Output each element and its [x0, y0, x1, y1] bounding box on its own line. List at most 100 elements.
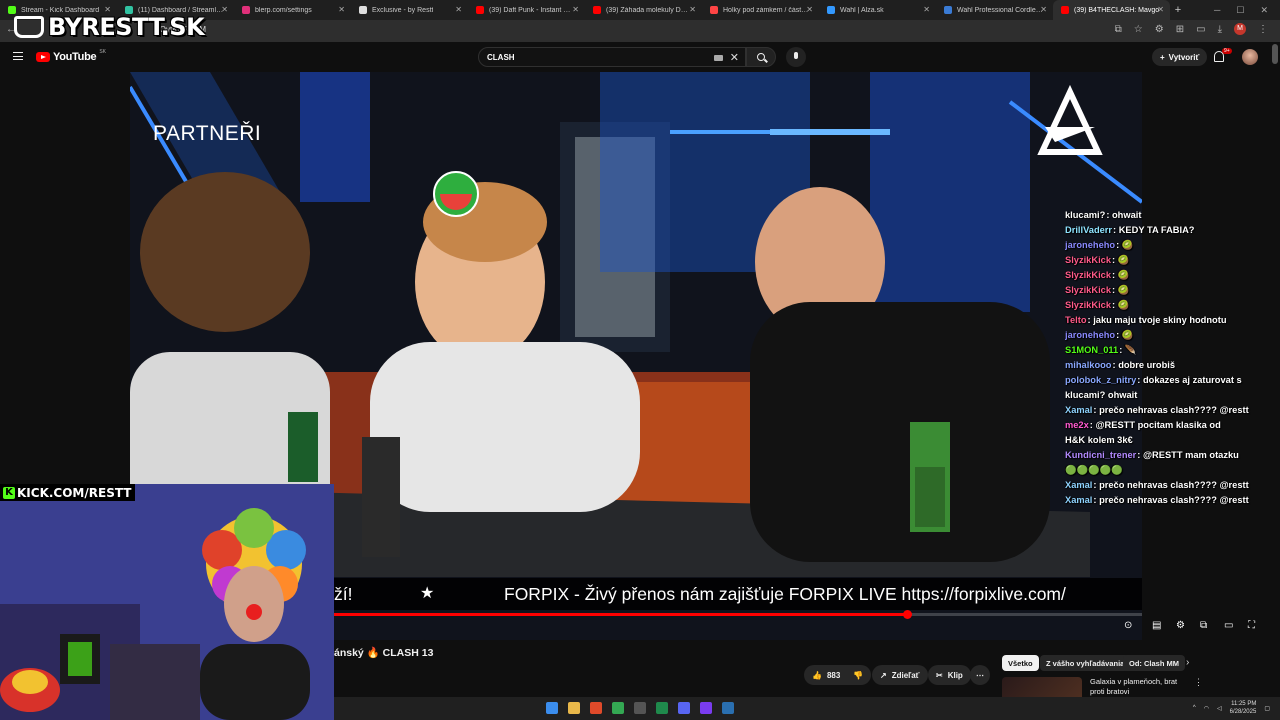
- wifi-icon[interactable]: ◠: [1204, 705, 1209, 712]
- tab-close-icon[interactable]: ✕: [806, 5, 813, 14]
- chat-text: 🥝: [1117, 270, 1130, 280]
- chat-username: mihalkooo: [1065, 360, 1112, 370]
- window-controls: ─ ☐ ✕: [1214, 0, 1280, 20]
- puzzle-icon[interactable]: ⊞: [1176, 24, 1184, 35]
- clip-button[interactable]: ✂ Klip: [928, 665, 971, 685]
- tab-close-icon[interactable]: ✕: [923, 5, 930, 14]
- recommended-menu-icon[interactable]: ⋮: [1194, 677, 1203, 688]
- clear-search-icon[interactable]: ✕: [730, 51, 739, 64]
- browser-tab[interactable]: Exclusive - by Restt ✕: [351, 0, 468, 20]
- maximize-icon[interactable]: ☐: [1236, 5, 1244, 16]
- recommended-title[interactable]: Galaxia v plameňoch, brat proti bratovi: [1090, 677, 1190, 697]
- new-tab-button[interactable]: +: [1170, 4, 1186, 16]
- account-avatar[interactable]: [1242, 49, 1258, 65]
- partner-caption: PARTNEŘI: [153, 122, 262, 145]
- chat-text: 🟢🟢🟢🟢🟢: [1065, 465, 1123, 475]
- video-progress-bar[interactable]: [334, 610, 1142, 619]
- chat-text: @RESTT mam otazku: [1142, 450, 1239, 460]
- ticker-fragment: ží!: [334, 584, 353, 604]
- chip-all[interactable]: Všetko: [1002, 655, 1039, 671]
- chat-text: dobre urobiš: [1118, 360, 1176, 370]
- progress-scrubber[interactable]: [902, 610, 912, 619]
- overlay-logo-text: BYRESTT.SK: [48, 13, 205, 41]
- bookmark-star-icon[interactable]: ☆: [1134, 24, 1143, 35]
- cast-icon[interactable]: ⧉: [1115, 24, 1122, 35]
- volume-icon[interactable]: ◁: [1217, 705, 1222, 712]
- tab-close-icon[interactable]: ✕: [455, 5, 462, 14]
- browser-tab[interactable]: blerp.com/settings ✕: [234, 0, 351, 20]
- keyboard-icon[interactable]: [714, 55, 723, 61]
- create-button[interactable]: + Vytvoriť: [1152, 48, 1208, 66]
- chips-next-icon[interactable]: ›: [1186, 657, 1189, 668]
- search-input[interactable]: CLASH ✕: [478, 47, 746, 67]
- menu-icon[interactable]: ⋮: [1258, 24, 1268, 35]
- taskbar-app-icon[interactable]: [568, 702, 580, 714]
- sidebar-icon[interactable]: ▭: [1196, 24, 1205, 35]
- chat-message: Kundicni_trener: @RESTT mam otazku: [1065, 448, 1280, 463]
- chat-message: S1MON_011: 🪶: [1065, 343, 1280, 358]
- page-scrollbar[interactable]: [1272, 44, 1278, 64]
- profile-avatar[interactable]: M: [1234, 23, 1246, 35]
- chat-username: Xamal: [1065, 480, 1093, 490]
- chat-message: Xamal: prečo nehravas clash???? @restt: [1065, 403, 1280, 418]
- voice-search-icon[interactable]: [786, 47, 806, 67]
- fullscreen-icon[interactable]: ⛶: [1248, 620, 1255, 631]
- share-button[interactable]: ↗ Zdieľať: [872, 665, 928, 685]
- autoplay-toggle-icon[interactable]: ⊙: [1124, 620, 1132, 631]
- taskbar-app-icon[interactable]: [634, 702, 646, 714]
- taskbar-app-icon[interactable]: [612, 702, 624, 714]
- taskbar-app-icon[interactable]: [546, 702, 558, 714]
- miniplayer-icon[interactable]: ⧉: [1200, 620, 1207, 631]
- browser-tab[interactable]: Wahl Professional Cordless De✕: [936, 0, 1053, 20]
- browser-tab[interactable]: (39) Záhada molekuly DMT a je✕: [585, 0, 702, 20]
- tab-title: blerp.com/settings: [255, 6, 312, 14]
- search-icon: [757, 53, 765, 61]
- taskbar-app-icon[interactable]: [656, 702, 668, 714]
- like-button[interactable]: 👍 883 👎: [804, 665, 872, 685]
- search-button[interactable]: [746, 47, 776, 67]
- settings-gear-icon[interactable]: ⚙: [1176, 620, 1185, 631]
- video-ticker-banner: ží! ★ FORPIX - Živý přenos nám zajišťuje…: [334, 578, 1142, 610]
- tab-close-icon[interactable]: ✕: [338, 5, 345, 14]
- browser-tab[interactable]: (39) B4THECLASH: Mavgo ✕: [1053, 0, 1170, 20]
- chip-from-search[interactable]: Z vášho vyhľadávania: [1040, 655, 1131, 671]
- more-icon: ⋯: [976, 670, 984, 680]
- tab-close-icon[interactable]: ✕: [689, 5, 696, 14]
- download-icon[interactable]: ⤓: [1218, 24, 1222, 35]
- chat-message: Xamal: prečo nehravas clash???? @restt: [1065, 478, 1280, 493]
- taskbar-app-icon[interactable]: [700, 702, 712, 714]
- tab-close-icon[interactable]: ✕: [572, 5, 579, 14]
- chip-from-channel[interactable]: Od: Clash MM: [1123, 655, 1185, 671]
- tab-favicon-icon: [242, 6, 250, 14]
- chat-message: polobok_z_nitry: dokazes aj zaturovat s: [1065, 373, 1280, 388]
- tab-favicon-icon: [827, 6, 835, 14]
- taskbar-app-icon[interactable]: [678, 702, 690, 714]
- browser-tab[interactable]: (39) Daft Punk - Instant Crush ✕: [468, 0, 585, 20]
- notification-center-icon[interactable]: ▢: [1264, 705, 1270, 712]
- more-actions-button[interactable]: ⋯: [970, 665, 990, 685]
- tab-close-icon[interactable]: ✕: [1040, 5, 1047, 14]
- browser-tab[interactable]: Holky pod zámkem / část 1 - na✕: [702, 0, 819, 20]
- thumbs-down-icon[interactable]: 👎: [853, 671, 863, 680]
- taskbar-app-icon[interactable]: [722, 702, 734, 714]
- extension-icon[interactable]: ⚙: [1155, 24, 1164, 35]
- subtitles-icon[interactable]: ▤: [1152, 620, 1161, 631]
- tab-close-icon[interactable]: ✕: [1157, 5, 1164, 14]
- tray-chevron-icon[interactable]: ^: [1193, 705, 1196, 711]
- taskbar-app-icon[interactable]: [590, 702, 602, 714]
- chat-text: 🥝: [1117, 300, 1130, 310]
- system-clock[interactable]: 11:25 PM 6/28/2025: [1230, 700, 1257, 716]
- chat-username: SlyzikKick: [1065, 255, 1111, 265]
- chat-message: SlyzikKick: 🥝: [1065, 283, 1280, 298]
- tab-title: (39) B4THECLASH: Mavgo: [1074, 6, 1160, 14]
- youtube-logo[interactable]: YouTube SK: [36, 49, 106, 63]
- chat-username: klucami?: [1065, 210, 1106, 220]
- browser-tab[interactable]: Wahl | Alza.sk ✕: [819, 0, 936, 20]
- chat-text: 🥝: [1121, 330, 1134, 340]
- minimize-icon[interactable]: ─: [1214, 5, 1220, 15]
- tab-title: Exclusive - by Restt: [372, 6, 434, 14]
- theater-mode-icon[interactable]: ▭: [1224, 620, 1233, 631]
- close-icon[interactable]: ✕: [1260, 5, 1268, 16]
- hamburger-menu-icon[interactable]: [13, 52, 23, 60]
- tab-close-icon[interactable]: ✕: [221, 5, 228, 14]
